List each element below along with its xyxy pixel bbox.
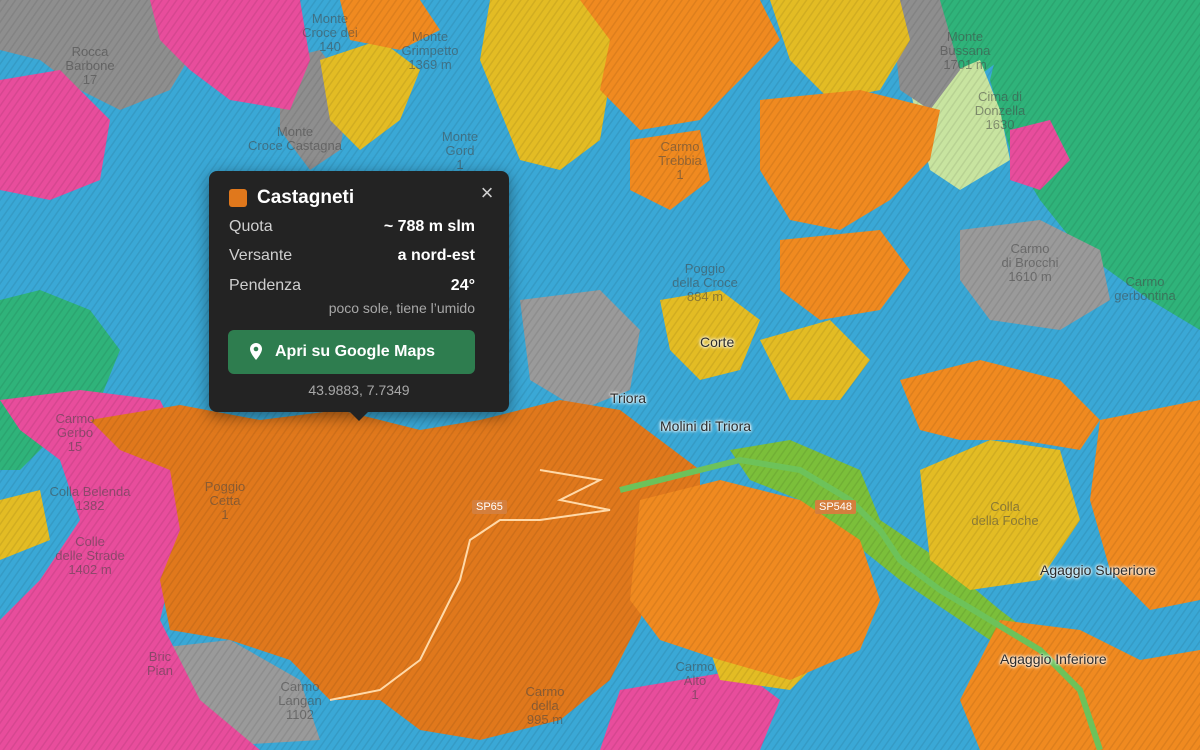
road-shield: SP548 (815, 500, 857, 514)
town-label[interactable]: Agaggio Superiore (1040, 562, 1156, 578)
town-label[interactable]: Corte (700, 334, 734, 350)
info-value: 24° (450, 277, 475, 294)
map-canvas[interactable]: Monte Croce dei 140 Monte Grimpetto 1369… (0, 0, 1200, 750)
info-key: Pendenza (229, 277, 302, 294)
town-label[interactable]: Agaggio Inferiore (1000, 651, 1107, 667)
town-label[interactable]: Molini di Triora (660, 418, 751, 434)
info-value: a nord-est (397, 247, 475, 264)
popup-title: Castagneti (257, 187, 355, 208)
info-row-versante: Versante a nord-est (229, 247, 475, 269)
open-google-maps-label: Apri su Google Maps (275, 343, 436, 360)
info-key: Versante (229, 247, 293, 264)
map-pin-icon (250, 343, 262, 365)
vegetation-layer[interactable] (0, 0, 1200, 750)
popup-pointer (349, 411, 369, 421)
coordinates-readout: 43.9883, 7.7349 (308, 382, 410, 398)
info-key: Quota (229, 218, 273, 235)
info-popup: Castagneti × Quota ~ 788 m slm Versante … (209, 171, 509, 421)
category-swatch (229, 189, 247, 207)
exposure-note: poco sole, tiene l’umido (328, 300, 475, 316)
close-icon[interactable]: × (477, 182, 497, 204)
road-shield: SP65 (472, 500, 507, 514)
town-label[interactable]: Triora (610, 390, 646, 406)
info-row-pendenza: Pendenza 24° (229, 277, 475, 299)
open-google-maps-button[interactable]: Apri su Google Maps (228, 330, 475, 374)
info-value: ~ 788 m slm (383, 218, 475, 235)
info-row-quota: Quota ~ 788 m slm (229, 218, 475, 240)
